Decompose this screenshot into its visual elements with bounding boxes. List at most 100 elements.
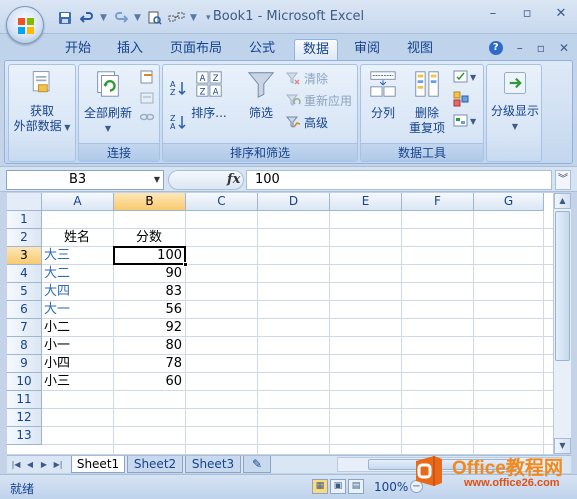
- column-header-g[interactable]: G: [474, 193, 544, 211]
- sheet-tab-sheet3[interactable]: Sheet3: [185, 456, 241, 473]
- text-to-columns-button[interactable]: 分列: [363, 69, 403, 121]
- page-layout-view-icon[interactable]: ▣: [330, 479, 346, 494]
- cell-score[interactable]: 60: [114, 373, 186, 391]
- cell-name[interactable]: 大二: [42, 265, 114, 283]
- prev-sheet-icon[interactable]: ◀: [24, 458, 36, 471]
- cell-score[interactable]: 92: [114, 319, 186, 337]
- what-if-analysis-icon[interactable]: ▼: [453, 113, 479, 129]
- minimize-icon[interactable]: –: [485, 6, 501, 21]
- cell-name[interactable]: 小三: [42, 373, 114, 391]
- cell-name[interactable]: 大三: [42, 247, 114, 265]
- outline-button[interactable]: 分级显示 ▼: [487, 69, 543, 134]
- consolidate-icon[interactable]: [453, 91, 469, 107]
- row-header-8[interactable]: 8: [7, 337, 42, 355]
- row-header-7[interactable]: 7: [7, 319, 42, 337]
- tab-page-layout[interactable]: 页面布局: [163, 39, 229, 60]
- insert-function-icon[interactable]: fx: [227, 172, 240, 187]
- restore-icon[interactable]: ▫: [519, 6, 535, 21]
- refresh-all-button[interactable]: 全部刷新 ▼: [81, 69, 135, 136]
- worksheet-grid[interactable]: A B C D E F G 1 2 3 4 5 6 7 8 9 10 11 12 13 姓名 分数 大三 100 大二 90 大四 8…: [7, 193, 553, 454]
- column-header-e[interactable]: E: [330, 193, 402, 211]
- cell-score[interactable]: 90: [114, 265, 186, 283]
- row-header-11[interactable]: 11: [7, 391, 42, 409]
- cell-score[interactable]: 78: [114, 355, 186, 373]
- next-sheet-icon[interactable]: ▶: [38, 458, 50, 471]
- remove-duplicates-button[interactable]: 删除 重复项: [405, 69, 449, 136]
- row-header-10[interactable]: 10: [7, 373, 42, 391]
- ribbon-close-icon[interactable]: ✕: [559, 41, 569, 55]
- cell-name[interactable]: 小二: [42, 319, 114, 337]
- properties-icon[interactable]: [139, 89, 155, 105]
- column-header-d[interactable]: D: [258, 193, 330, 211]
- formula-input[interactable]: 100: [246, 170, 552, 190]
- row-header-9[interactable]: 9: [7, 355, 42, 373]
- normal-view-icon[interactable]: ▦: [312, 479, 328, 494]
- scroll-up-icon[interactable]: ▲: [554, 193, 571, 209]
- cell-header-score[interactable]: 分数: [114, 229, 186, 247]
- close-icon[interactable]: ✕: [553, 6, 569, 21]
- sort-ascending-icon[interactable]: AZ: [169, 79, 187, 97]
- row-header-6[interactable]: 6: [7, 301, 42, 319]
- fill-handle[interactable]: [183, 262, 188, 267]
- office-button[interactable]: [6, 6, 44, 44]
- connections-icon[interactable]: [139, 69, 155, 85]
- insert-sheet-icon[interactable]: ✎: [243, 456, 271, 473]
- help-icon[interactable]: ?: [488, 41, 503, 55]
- cell-name[interactable]: 大一: [42, 301, 114, 319]
- first-sheet-icon[interactable]: |◀: [10, 458, 22, 471]
- row-header-3[interactable]: 3: [7, 247, 42, 265]
- sheet-tab-sheet2[interactable]: Sheet2: [127, 456, 183, 473]
- sheet-tab-sheet1[interactable]: Sheet1: [71, 456, 125, 473]
- zoom-level[interactable]: 100%: [374, 480, 408, 494]
- row-header-5[interactable]: 5: [7, 283, 42, 301]
- tab-insert[interactable]: 插入: [110, 39, 150, 60]
- vertical-scroll-thumb[interactable]: [555, 211, 570, 361]
- name-box-value: B3: [69, 172, 87, 187]
- tab-view[interactable]: 视图: [400, 39, 440, 60]
- name-box[interactable]: B3 ▼: [6, 170, 164, 190]
- group-get-external-data: 获取 外部数据 ▼: [8, 64, 76, 162]
- column-header-f[interactable]: F: [402, 193, 474, 211]
- row-header-13[interactable]: 13: [7, 427, 42, 445]
- expand-formula-bar-icon[interactable]: ︾: [555, 170, 571, 190]
- cell-score[interactable]: 56: [114, 301, 186, 319]
- row-header-12[interactable]: 12: [7, 409, 42, 427]
- column-header-a[interactable]: A: [42, 193, 114, 211]
- clear-filter-button[interactable]: 清除: [285, 69, 328, 87]
- reapply-button[interactable]: 重新应用: [285, 91, 352, 109]
- cell-score[interactable]: 80: [114, 337, 186, 355]
- filter-button[interactable]: 筛选: [243, 69, 279, 121]
- ribbon-restore-icon[interactable]: ▫: [537, 41, 545, 55]
- tab-home[interactable]: 开始: [58, 39, 98, 60]
- outline-dropdown-icon[interactable]: ▼: [487, 119, 543, 134]
- edit-links-icon[interactable]: [139, 109, 155, 125]
- data-validation-icon[interactable]: ▼: [453, 69, 479, 85]
- row-header-2[interactable]: 2: [7, 229, 42, 247]
- vertical-scrollbar[interactable]: ▲ ▼: [553, 193, 571, 454]
- cell-name[interactable]: 小四: [42, 355, 114, 373]
- column-header-b[interactable]: B: [114, 193, 186, 211]
- cell-header-name[interactable]: 姓名: [42, 229, 114, 247]
- cell-score[interactable]: 83: [114, 283, 186, 301]
- get-external-data-button[interactable]: 获取 外部数据 ▼: [11, 69, 73, 135]
- tab-formulas[interactable]: 公式: [240, 39, 284, 60]
- page-break-view-icon[interactable]: ▤: [348, 479, 364, 494]
- cell-name[interactable]: 大四: [42, 283, 114, 301]
- name-box-dropdown-icon[interactable]: ▼: [154, 171, 160, 189]
- tab-review[interactable]: 审阅: [347, 39, 387, 60]
- tab-data[interactable]: 数据: [294, 39, 338, 60]
- last-sheet-icon[interactable]: ▶|: [52, 458, 64, 471]
- sort-descending-icon[interactable]: ZA: [169, 113, 187, 131]
- refresh-dropdown-icon[interactable]: ▼: [81, 121, 135, 136]
- gridline-horizontal: [42, 426, 553, 427]
- active-cell-border: [113, 246, 186, 265]
- column-header-c[interactable]: C: [186, 193, 258, 211]
- row-header-1[interactable]: 1: [7, 211, 42, 229]
- cell-name[interactable]: 小一: [42, 337, 114, 355]
- row-header-4[interactable]: 4: [7, 265, 42, 283]
- ribbon-minimize-icon[interactable]: –: [517, 41, 523, 55]
- select-all-corner[interactable]: [7, 193, 42, 211]
- gridline-vertical: [473, 211, 474, 454]
- advanced-filter-button[interactable]: 高级: [285, 113, 328, 131]
- sort-button[interactable]: A Z Z A 排序...: [191, 69, 227, 121]
